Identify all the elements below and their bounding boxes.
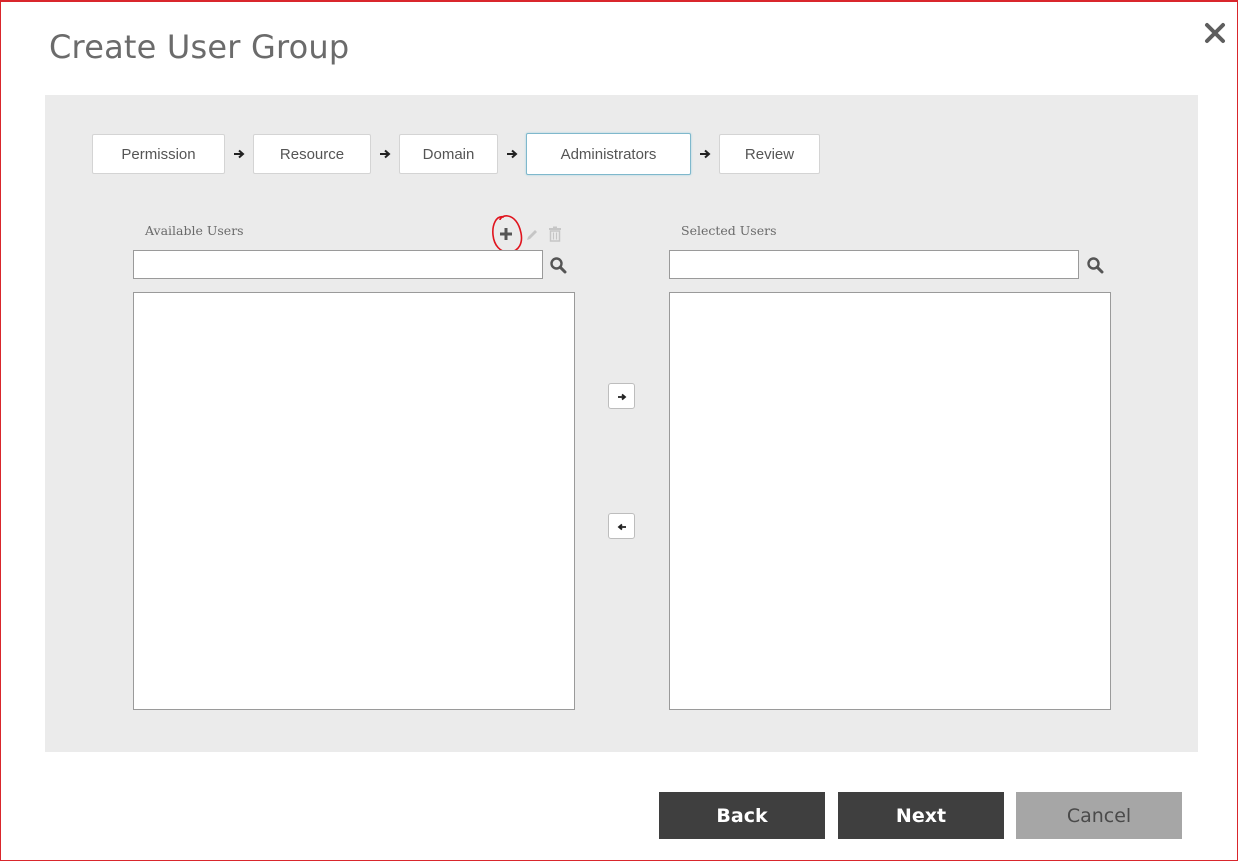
step-review[interactable]: Review (719, 134, 820, 174)
arrow-right-icon (498, 148, 526, 160)
trash-icon[interactable] (548, 226, 562, 246)
arrow-right-icon (225, 148, 253, 160)
available-users-list[interactable] (133, 292, 575, 710)
back-button[interactable]: Back (659, 792, 825, 839)
wizard-steps: Permission Resource Domain Administrator… (92, 133, 820, 175)
next-button[interactable]: Next (838, 792, 1004, 839)
step-label: Permission (121, 145, 196, 163)
selected-users-label: Selected Users (681, 223, 777, 238)
move-left-button[interactable] (608, 513, 635, 539)
step-label: Domain (422, 145, 475, 163)
step-label: Administrators (560, 145, 657, 163)
search-icon[interactable] (1086, 256, 1104, 274)
arrow-right-icon (617, 387, 627, 406)
step-label: Resource (279, 145, 345, 163)
move-right-button[interactable] (608, 383, 635, 409)
arrow-right-icon (691, 148, 719, 160)
step-label: Review (744, 145, 795, 163)
dialog-title: Create User Group (49, 28, 350, 66)
cancel-button[interactable]: Cancel (1016, 792, 1182, 839)
step-administrators[interactable]: Administrators (526, 133, 691, 175)
close-icon[interactable] (1200, 18, 1230, 48)
pencil-icon[interactable] (524, 227, 540, 247)
step-domain[interactable]: Domain (399, 134, 498, 174)
search-icon[interactable] (549, 256, 567, 274)
step-permission[interactable]: Permission (92, 134, 225, 174)
plus-icon[interactable] (498, 226, 514, 246)
selected-users-list[interactable] (669, 292, 1111, 710)
arrow-right-icon (371, 148, 399, 160)
available-users-search-input[interactable] (133, 250, 543, 279)
step-resource[interactable]: Resource (253, 134, 371, 174)
selected-users-search-input[interactable] (669, 250, 1079, 279)
arrow-left-icon (617, 517, 627, 536)
available-users-label: Available Users (145, 223, 244, 238)
